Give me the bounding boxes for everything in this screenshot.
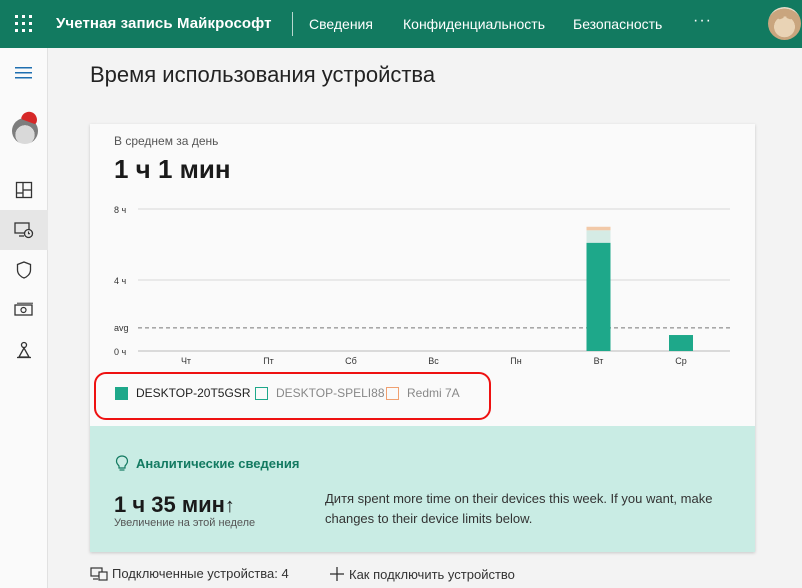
usage-chart: 8 ч 4 ч 0 ч avg Чт Пт Сб Вс Пн Вт Ср [114, 205, 730, 366]
insights-caption: Увеличение на этой неделе [114, 517, 256, 529]
legend-swatch [386, 386, 399, 400]
top-bar: Учетная запись Майкрософт Сведения Конфи… [0, 0, 802, 48]
bar-redmi 7a [586, 226, 611, 231]
lightbulb-icon [115, 455, 129, 471]
sidebar [0, 48, 48, 588]
app-launcher-icon[interactable] [15, 15, 33, 33]
screen-time-icon[interactable] [0, 210, 48, 250]
connected-devices-link[interactable]: Подключенные устройства: 4 [90, 566, 289, 581]
connect-device-label: Как подключить устройство [349, 566, 515, 582]
legend-swatch [255, 386, 268, 400]
legend-item-desktop-speli88[interactable]: DESKTOP-SPELI88 [255, 386, 385, 400]
insights-title: Аналитические сведения [136, 455, 300, 471]
x-tick-label: Сб [345, 356, 357, 366]
screen-time-card: В среднем за день 1 ч 1 мин 8 ч4 ч0 ч avg… [90, 124, 755, 552]
account-avatar[interactable] [768, 7, 801, 40]
legend-label: DESKTOP-SPELI88 [276, 386, 385, 400]
money-icon[interactable] [0, 290, 48, 330]
connect-device-link[interactable]: Как подключить устройство [329, 566, 515, 582]
more-icon[interactable]: ··· [693, 12, 712, 30]
location-icon[interactable] [0, 330, 48, 370]
devices-icon [90, 566, 108, 581]
legend-item-desktop-20t5gsr[interactable]: DESKTOP-20T5GSR [115, 386, 250, 400]
bar-desktop-20t5gsr [586, 242, 611, 351]
x-tick-label: Вт [594, 356, 604, 366]
y-tick-label: 8 ч [114, 205, 127, 215]
header-divider [292, 12, 293, 36]
menu-icon[interactable] [0, 53, 48, 93]
brand-title[interactable]: Учетная запись Майкрософт [56, 15, 272, 32]
page-title: Время использования устройства [90, 62, 436, 87]
nav-info[interactable]: Сведения [309, 16, 373, 32]
x-tick-label: Ср [675, 356, 687, 366]
dashboard-icon[interactable] [0, 170, 48, 210]
avg-label: avg [114, 323, 129, 333]
arrow-up-icon: ↑ [224, 495, 235, 517]
insights-text: Дитя spent more time on their devices th… [325, 491, 713, 526]
nav-security[interactable]: Безопасность [573, 16, 662, 32]
x-tick-label: Вс [428, 356, 439, 366]
y-tick-label: 0 ч [114, 347, 127, 357]
y-tick-label: 4 ч [114, 276, 127, 286]
insights-header: Аналитические сведения [114, 454, 299, 472]
legend-swatch [115, 386, 128, 400]
x-tick-label: Чт [181, 356, 191, 366]
insights-value: 1 ч 35 мин↑ [114, 492, 235, 518]
legend-label: DESKTOP-20T5GSR [136, 386, 251, 400]
x-tick-label: Пн [510, 356, 521, 366]
legend-item-redmi-7a[interactable]: Redmi 7A [386, 386, 460, 400]
bar-desktop-20t5gsr [669, 335, 693, 351]
connected-devices-label: Подключенные устройства: 4 [112, 566, 289, 581]
bar-desktop-speli88 [586, 230, 611, 243]
x-tick-label: Пт [263, 356, 274, 366]
shield-icon[interactable] [0, 250, 48, 290]
plus-icon [330, 567, 344, 581]
avatar[interactable] [12, 118, 38, 144]
insights-value-text: 1 ч 35 мин [114, 492, 225, 517]
legend-label: Redmi 7A [407, 386, 460, 400]
insights-panel: Аналитические сведения 1 ч 35 мин↑ Увели… [90, 426, 755, 552]
nav-privacy[interactable]: Конфиденциальность [403, 16, 545, 32]
